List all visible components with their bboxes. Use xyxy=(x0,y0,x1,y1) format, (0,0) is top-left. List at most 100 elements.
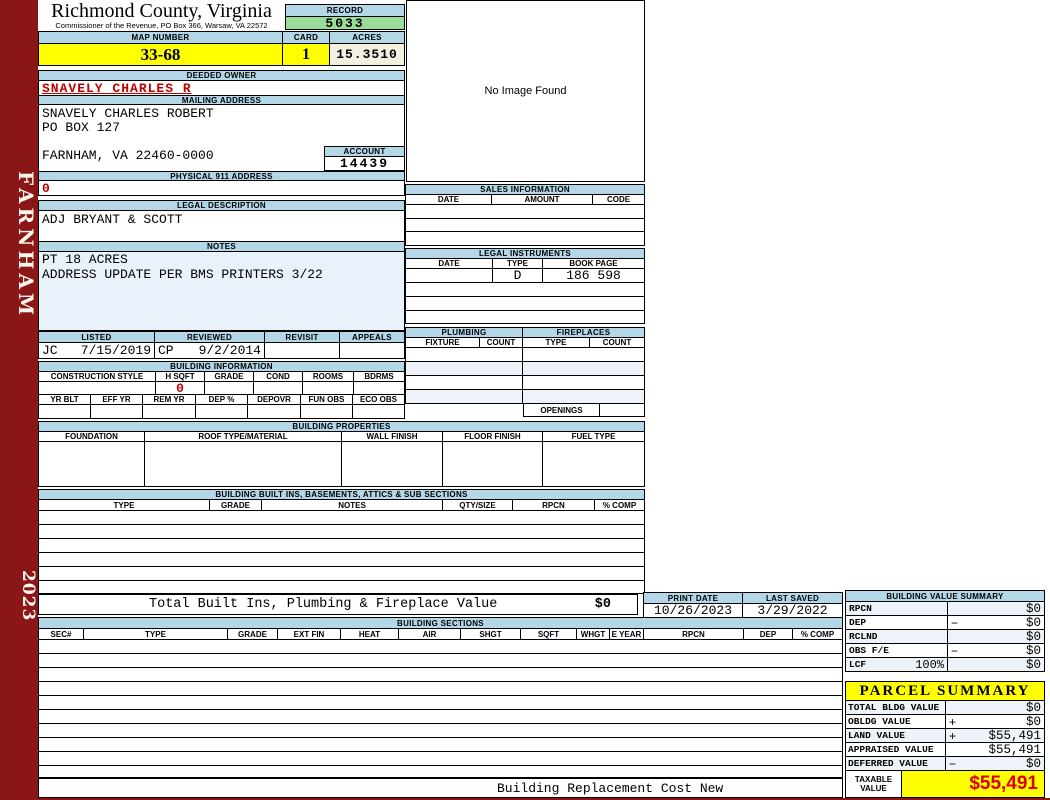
bi-qty-label: QTY/SIZE xyxy=(443,500,513,511)
li-date-value xyxy=(405,269,493,283)
sales-empty-row xyxy=(405,219,645,232)
building-value-summary: BUILDING VALUE SUMMARY RPCN $0 DEP − $0 … xyxy=(845,590,1045,672)
bvs-suffix: 100% xyxy=(915,658,944,672)
ps-value: $0 xyxy=(1025,701,1041,715)
plumbing-row xyxy=(405,376,645,390)
li-empty-row xyxy=(405,311,645,324)
roof-type-value xyxy=(145,442,342,487)
listed-value: JC 7/15/2019 xyxy=(38,343,155,359)
eco-obs-label: ECO OBS xyxy=(353,395,405,405)
bs-eyear-label: E YEAR xyxy=(610,629,644,640)
building-sections-empty-row xyxy=(38,696,843,710)
building-sections-empty-row xyxy=(38,682,843,696)
rooms-value xyxy=(303,382,354,395)
building-value-summary-title: BUILDING VALUE SUMMARY xyxy=(845,590,1045,602)
bvs-row-lcf: LCF 100% $0 xyxy=(845,658,1045,672)
ps-label: TOTAL BLDG VALUE xyxy=(845,701,946,715)
ps-row-land: LAND VALUE + $55,491 xyxy=(845,729,1045,743)
revisit-label: REVISIT xyxy=(265,331,340,343)
last-saved-value: 3/29/2022 xyxy=(743,604,843,618)
h-sqft-label: H SQFT xyxy=(156,372,205,382)
cond-label: COND xyxy=(254,372,303,382)
map-number-value: 33-68 xyxy=(38,44,283,66)
parcel-summary: PARCEL SUMMARY TOTAL BLDG VALUE $0 OBLDG… xyxy=(845,681,1045,798)
openings-row: OPENINGS xyxy=(523,404,645,417)
construction-style-value xyxy=(38,382,156,395)
building-information-title: BUILDING INFORMATION xyxy=(38,361,405,372)
listed-initials: JC xyxy=(42,343,58,358)
bdrms-label: BDRMS xyxy=(354,372,405,382)
county-title: Richmond County, Virginia xyxy=(51,0,272,22)
account-value: 14439 xyxy=(324,156,405,171)
property-record-card: FARNHAM 2023 Richmond County, Virginia C… xyxy=(0,0,1050,800)
notes-line-2: ADDRESS UPDATE PER BMS PRINTERS 3/22 xyxy=(42,266,323,282)
print-date-label: PRINT DATE xyxy=(643,592,743,604)
building-sections-empty-row xyxy=(38,654,843,668)
floor-finish-value xyxy=(443,442,543,487)
replacement-cost-note: Building Replacement Cost New xyxy=(497,780,724,796)
ps-value: $55,491 xyxy=(988,729,1041,743)
sales-headers: DATE AMOUNT CODE xyxy=(405,195,645,205)
building-sections-title: BUILDING SECTIONS xyxy=(38,617,843,629)
ps-op: + xyxy=(949,715,957,729)
ps-label: APPRAISED VALUE xyxy=(845,743,946,757)
li-bookpage-label: BOOK PAGE xyxy=(543,259,645,269)
built-ins-title: BUILDING BUILT INS, BASEMENTS, ATTICS & … xyxy=(38,489,645,500)
bvs-op: − xyxy=(951,616,959,630)
built-ins-total-label: Total Built Ins, Plumbing & Fireplace Va… xyxy=(149,597,498,612)
plumbing-title: PLUMBING xyxy=(405,327,523,338)
mailing-address-label: MAILING ADDRESS xyxy=(38,95,405,105)
physical-address-label: PHYSICAL 911 ADDRESS xyxy=(38,171,405,181)
plumbing-fireplaces-titles: PLUMBING FIREPLACES xyxy=(405,327,645,338)
taxable-value-row: TAXABLE VALUE $55,491 xyxy=(845,771,1045,798)
tax-year-label: 2023 xyxy=(18,570,38,622)
ps-op: + xyxy=(949,729,957,743)
fixture-count-label: COUNT xyxy=(480,338,523,348)
bs-comp-label: % COMP xyxy=(793,629,843,640)
reviewed-initials: CP xyxy=(158,343,174,358)
legal-instruments-title: LEGAL INSTRUMENTS xyxy=(405,248,645,259)
ps-value: $0 xyxy=(1025,757,1041,771)
sales-code-label: CODE xyxy=(593,195,645,205)
building-sections-empty-row xyxy=(38,752,843,766)
li-type-value: D xyxy=(493,269,543,283)
li-bookpage-value: 186 598 xyxy=(543,269,645,283)
parcel-summary-title: PARCEL SUMMARY xyxy=(845,681,1045,701)
bs-dep-label: DEP xyxy=(744,629,793,640)
sales-empty-row xyxy=(405,232,645,246)
openings-label: OPENINGS xyxy=(523,404,600,417)
fireplaces-title: FIREPLACES xyxy=(523,327,645,338)
plumbing-row xyxy=(405,362,645,376)
plumbing-row xyxy=(405,390,645,404)
sales-date-label: DATE xyxy=(405,195,492,205)
yr-blt-label: YR BLT xyxy=(38,395,91,405)
deeded-owner-value: SNAVELY CHARLES R xyxy=(38,81,405,96)
building-sections-footer: Building Replacement Cost New xyxy=(38,778,843,798)
li-empty-row xyxy=(405,297,645,311)
fireplace-type-label: TYPE xyxy=(523,338,590,348)
foundation-value xyxy=(38,442,145,487)
bs-air-label: AIR xyxy=(399,629,461,640)
listed-label: LISTED xyxy=(38,331,155,343)
notes-label: NOTES xyxy=(38,241,405,252)
built-ins-total-value: $0 xyxy=(594,597,611,612)
map-value-row: 33-68 1 15.3510 xyxy=(38,44,405,66)
built-ins-empty-row xyxy=(38,581,645,594)
card-label: CARD xyxy=(283,31,330,44)
built-ins-total-row: Total Built Ins, Plumbing & Fireplace Va… xyxy=(38,594,638,615)
wall-finish-label: WALL FINISH xyxy=(342,432,443,442)
h-sqft-value: 0 xyxy=(156,382,205,395)
no-image-text: No Image Found xyxy=(484,85,567,97)
deeded-owner-label: DEEDED OWNER xyxy=(38,70,405,81)
bs-grade-label: GRADE xyxy=(228,629,278,640)
fuel-type-label: FUEL TYPE xyxy=(543,432,645,442)
building-sections-empty-row xyxy=(38,766,843,778)
bi-rpcn-label: RPCN xyxy=(513,500,595,511)
bi-comp-label: % COMP xyxy=(595,500,645,511)
fun-obs-label: FUN OBS xyxy=(301,395,353,405)
listed-date: 7/15/2019 xyxy=(80,343,151,358)
ps-value: $0 xyxy=(1025,715,1041,729)
built-ins-empty-row xyxy=(38,539,645,553)
building-info-values-1: 0 xyxy=(38,382,405,395)
built-ins-empty-row xyxy=(38,553,645,567)
